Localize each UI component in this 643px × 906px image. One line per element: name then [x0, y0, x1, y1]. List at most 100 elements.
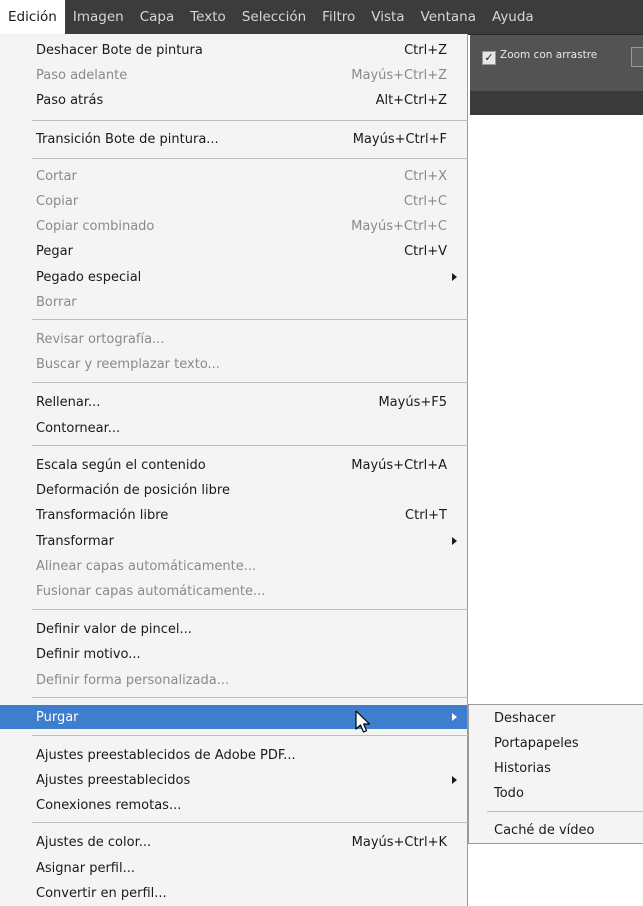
menu-item-escala-contenido[interactable]: Escala según el contenido Mayús+Ctrl+A [0, 453, 467, 477]
options-button[interactable] [631, 47, 643, 67]
menu-ayuda[interactable]: Ayuda [484, 0, 542, 34]
menu-item-label: Deshacer Bote de pintura [36, 42, 203, 58]
menu-item-shortcut: Mayús+F5 [378, 394, 447, 410]
menu-separator [487, 811, 643, 812]
menu-item-convertir-perfil[interactable]: Convertir en perfil... [0, 881, 467, 905]
menu-item-contornear[interactable]: Contornear... [0, 416, 467, 440]
menu-item-label: Pegar [36, 243, 73, 259]
menu-item-label: Paso adelante [36, 67, 128, 83]
menu-item-label: Fusionar capas automáticamente... [36, 583, 266, 599]
menu-imagen[interactable]: Imagen [65, 0, 132, 34]
menu-item-label: Ajustes preestablecidos [36, 772, 191, 788]
menu-item-label: Asignar perfil... [36, 860, 136, 876]
menu-item-deformacion-libre[interactable]: Deformación de posición libre [0, 478, 467, 502]
submenu-arrow-icon [452, 713, 457, 721]
menu-item-shortcut: Ctrl+X [404, 168, 447, 184]
menu-item-label: Copiar combinado [36, 218, 155, 234]
zoom-drag-checkbox[interactable]: ✓ [482, 51, 496, 65]
menu-item-buscar-reemplazar[interactable]: Buscar y reemplazar texto... [0, 352, 467, 376]
menu-item-definir-forma[interactable]: Definir forma personalizada... [0, 668, 467, 692]
menu-item-rellenar[interactable]: Rellenar... Mayús+F5 [0, 390, 467, 414]
submenu-arrow-icon [452, 537, 457, 545]
submenu-item-todo[interactable]: Todo [469, 781, 643, 806]
menu-separator [32, 697, 468, 698]
menu-item-alinear-capas[interactable]: Alinear capas automáticamente... [0, 554, 467, 578]
menu-item-label: Conexiones remotas... [36, 797, 182, 813]
options-bar: ✓ Zoom con arrastre [470, 35, 643, 91]
menu-item-shortcut: Mayús+Ctrl+K [351, 834, 447, 850]
menu-item-copiar[interactable]: Copiar Ctrl+C [0, 189, 467, 213]
menu-texto[interactable]: Texto [182, 0, 234, 34]
menu-item-conexiones-remotas[interactable]: Conexiones remotas... [0, 793, 467, 817]
menu-item-copiar-combinado[interactable]: Copiar combinado Mayús+Ctrl+C [0, 214, 467, 238]
menu-item-borrar[interactable]: Borrar [0, 290, 467, 314]
menu-item-label: Cortar [36, 168, 77, 184]
menu-item-shortcut: Mayús+Ctrl+C [351, 218, 447, 234]
menu-item-label: Paso atrás [36, 92, 104, 108]
menu-item-shortcut: Mayús+Ctrl+F [352, 131, 447, 147]
menu-filtro[interactable]: Filtro [314, 0, 363, 34]
menu-item-shortcut: Alt+Ctrl+Z [375, 92, 447, 108]
menu-item-label: Ajustes preestablecidos de Adobe PDF... [36, 747, 296, 763]
menu-item-deshacer[interactable]: Deshacer Bote de pintura Ctrl+Z [0, 38, 467, 62]
submenu-item-deshacer[interactable]: Deshacer [469, 706, 643, 731]
menu-item-label: Transformar [36, 533, 114, 549]
document-tab-strip [470, 91, 643, 115]
menu-seleccion[interactable]: Selección [234, 0, 314, 34]
menu-item-transicion[interactable]: Transición Bote de pintura... Mayús+Ctrl… [0, 127, 467, 151]
submenu-arrow-icon [452, 776, 457, 784]
menu-item-label: Rellenar... [36, 394, 101, 410]
menu-item-label: Revisar ortografía... [36, 331, 165, 347]
menu-bar: Edición Imagen Capa Texto Selección Filt… [0, 0, 643, 35]
menu-item-paso-adelante[interactable]: Paso adelante Mayús+Ctrl+Z [0, 63, 467, 87]
menu-separator [32, 735, 468, 736]
menu-item-pegado-especial[interactable]: Pegado especial [0, 265, 467, 289]
menu-separator [32, 319, 468, 320]
edit-menu: Deshacer Bote de pintura Ctrl+Z Paso ade… [0, 34, 468, 906]
menu-item-shortcut: Mayús+Ctrl+Z [351, 67, 447, 83]
menu-item-definir-motivo[interactable]: Definir motivo... [0, 642, 467, 666]
menu-item-definir-pincel[interactable]: Definir valor de pincel... [0, 617, 467, 641]
purgar-submenu: Deshacer Portapapeles Historias Todo Cac… [468, 704, 643, 844]
menu-item-label: Convertir en perfil... [36, 885, 167, 901]
menu-item-ajustes-pdf[interactable]: Ajustes preestablecidos de Adobe PDF... [0, 743, 467, 767]
menu-separator [32, 822, 468, 823]
menu-item-label: Definir motivo... [36, 646, 141, 662]
menu-item-ajustes-preestablecidos[interactable]: Ajustes preestablecidos [0, 768, 467, 792]
menu-item-label: Alinear capas automáticamente... [36, 558, 257, 574]
submenu-item-cache-video[interactable]: Caché de vídeo [469, 818, 643, 843]
menu-item-ajustes-color[interactable]: Ajustes de color... Mayús+Ctrl+K [0, 830, 467, 854]
menu-item-shortcut: Ctrl+Z [404, 42, 447, 58]
menu-item-shortcut: Ctrl+T [405, 507, 447, 523]
menu-capa[interactable]: Capa [132, 0, 183, 34]
menu-item-label: Escala según el contenido [36, 457, 206, 473]
menu-item-purgar[interactable]: Purgar [0, 705, 467, 729]
menu-item-transformar[interactable]: Transformar [0, 529, 467, 553]
menu-separator [32, 445, 468, 446]
menu-item-asignar-perfil[interactable]: Asignar perfil... [0, 856, 467, 880]
submenu-item-historias[interactable]: Historias [469, 756, 643, 781]
menu-vista[interactable]: Vista [363, 0, 412, 34]
submenu-item-portapapeles[interactable]: Portapapeles [469, 731, 643, 756]
menu-item-fusionar-capas[interactable]: Fusionar capas automáticamente... [0, 579, 467, 603]
menu-item-label: Contornear... [36, 420, 121, 436]
menu-item-label: Transición Bote de pintura... [36, 131, 219, 147]
menu-ventana[interactable]: Ventana [413, 0, 484, 34]
menu-item-transformacion-libre[interactable]: Transformación libre Ctrl+T [0, 503, 467, 527]
menu-item-revisar-ortografia[interactable]: Revisar ortografía... [0, 327, 467, 351]
menu-item-label: Ajustes de color... [36, 834, 152, 850]
menu-item-label: Pegado especial [36, 269, 142, 285]
menu-item-shortcut: Ctrl+C [403, 193, 447, 209]
menu-item-label: Buscar y reemplazar texto... [36, 356, 220, 372]
menu-separator [32, 609, 468, 610]
menu-edicion[interactable]: Edición [0, 0, 65, 34]
menu-item-label: Copiar [36, 193, 79, 209]
menu-item-pegar[interactable]: Pegar Ctrl+V [0, 239, 467, 263]
menu-item-label: Borrar [36, 294, 77, 310]
menu-item-paso-atras[interactable]: Paso atrás Alt+Ctrl+Z [0, 88, 467, 112]
menu-item-label: Deformación de posición libre [36, 482, 230, 498]
zoom-drag-label: Zoom con arrastre [500, 49, 598, 61]
menu-item-shortcut: Ctrl+V [404, 243, 447, 259]
menu-item-label: Purgar [36, 709, 79, 725]
menu-item-cortar[interactable]: Cortar Ctrl+X [0, 164, 467, 188]
